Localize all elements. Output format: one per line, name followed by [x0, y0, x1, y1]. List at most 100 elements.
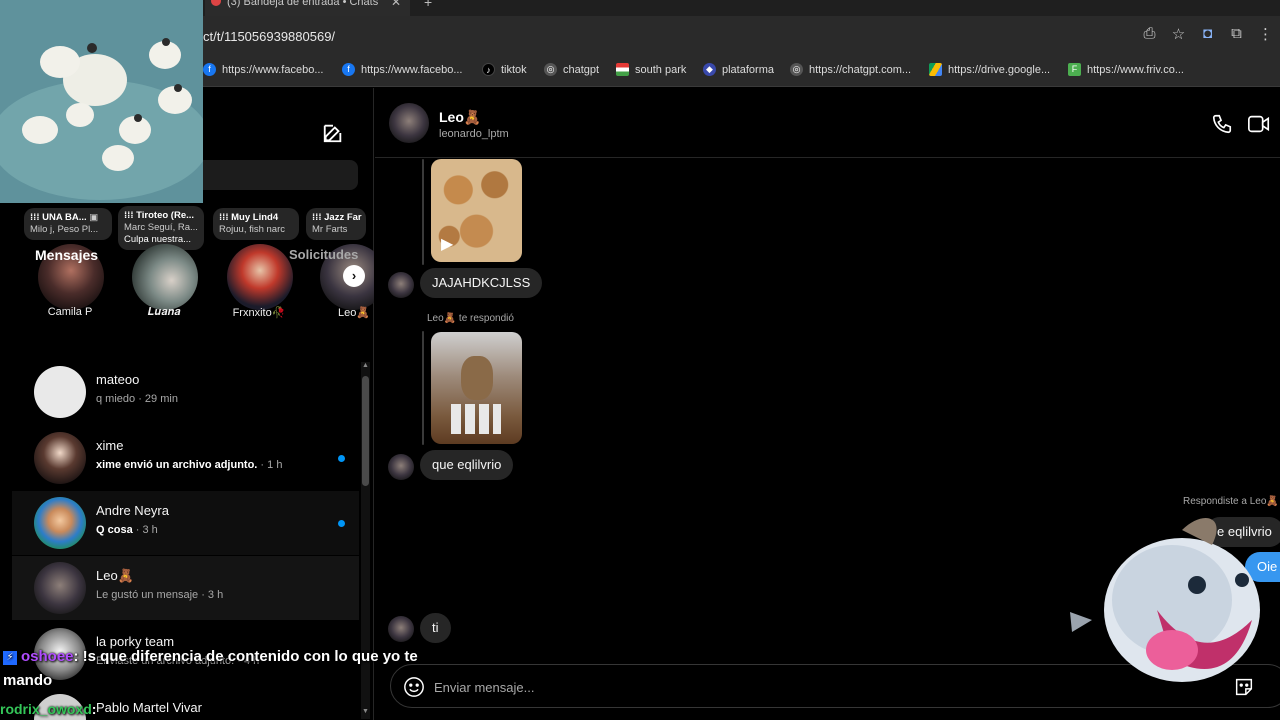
avatar	[34, 497, 86, 549]
avatar	[34, 562, 86, 614]
stream-chat-message: ⚡ oshoee: !s que diferencia de contenido …	[3, 645, 418, 669]
chat-text-continued: mando	[3, 672, 53, 689]
note-bubble: ⁞⁞⁞ UNA BA... ▣ Milo j, Peso Pl...	[24, 208, 112, 240]
contact-name[interactable]: Leo🧸	[439, 109, 481, 126]
conversation-preview: q miedo · 29 min	[96, 393, 178, 405]
chat-header: Leo🧸 leonardo_lptm	[375, 88, 1280, 158]
conversation-name: Leo🧸	[96, 568, 134, 583]
tiktok-icon: ♪	[482, 63, 495, 76]
chat-username: oshoee	[21, 648, 74, 665]
message-bubble[interactable]: ti	[420, 613, 451, 643]
avatar	[227, 244, 293, 310]
avatar	[388, 616, 414, 642]
conversation-name: Pablo Martel Vivar	[96, 700, 202, 715]
moderator-badge-icon: ⚡	[3, 651, 17, 665]
avatar[interactable]	[389, 103, 429, 143]
shared-reel-thumbnail[interactable]: ▶	[431, 159, 522, 262]
extension-icon[interactable]: ◘	[1193, 25, 1222, 45]
conversation-item[interactable]: xime xime envió un archivo adjunto. · 1 …	[12, 426, 359, 490]
flag-icon	[616, 63, 629, 76]
bookmark-item[interactable]: Fhttps://www.friv.co...	[1068, 63, 1184, 76]
platform-icon: ◆	[703, 63, 716, 76]
video-call-icon[interactable]	[1247, 113, 1271, 135]
stream-chat-message: rodrix_owoxd:	[0, 697, 96, 720]
bookmark-item[interactable]: ♪ tiktok	[482, 63, 527, 76]
close-tab-icon[interactable]: ✕	[391, 0, 401, 9]
menu-icon[interactable]: ⋮	[1251, 25, 1280, 45]
conversation-name: mateoo	[96, 372, 140, 387]
poro-herd-scene	[0, 0, 203, 203]
story-name: 𝑳𝒖𝒂𝒏𝒂	[147, 306, 181, 318]
bookmark-item[interactable]: ◎ chatgpt	[544, 63, 599, 76]
unread-indicator	[338, 520, 345, 527]
conversation-preview: Q cosa · 3 h	[96, 524, 158, 536]
reply-indicator-bar	[422, 331, 424, 445]
conversation-name: Andre Neyra	[96, 503, 169, 518]
chatgpt-icon: ◎	[790, 63, 803, 76]
screen: (3) Bandeja de entrada • Chats ✕ + ct/t/…	[0, 0, 1280, 720]
instagram-icon	[211, 0, 221, 6]
facebook-icon: f	[342, 63, 355, 76]
messages-heading: Mensajes	[35, 247, 99, 263]
chat-text: : !s que diferencia de contenido con lo …	[73, 648, 418, 665]
search-input[interactable]	[200, 160, 358, 190]
stories-next-button[interactable]: ›	[343, 265, 365, 287]
conversation-preview: Le gustó un mensaje · 3 h	[96, 589, 224, 601]
avatar	[388, 272, 414, 298]
story-name: Camila P	[47, 306, 93, 318]
reply-indicator-bar	[422, 159, 424, 265]
contact-username: leonardo_lptm	[439, 128, 509, 140]
avatar	[132, 244, 198, 310]
poro-mascot-overlay	[1070, 518, 1260, 682]
unread-indicator	[338, 455, 345, 462]
compose-icon[interactable]	[322, 122, 344, 144]
bookmark-star-icon[interactable]: ☆	[1164, 25, 1193, 45]
notes-carousel: ⁞⁞⁞ UNA BA... ▣ Milo j, Peso Pl... Camila…	[0, 206, 374, 324]
chat-username: rodrix_owoxd	[0, 701, 92, 717]
note-bubble: ⁞⁞⁞ Jazz Far Mr Farts	[306, 208, 366, 240]
bookmark-item[interactable]: ◎ https://chatgpt.com...	[790, 63, 911, 76]
story-name: Leo🧸	[338, 307, 371, 319]
bottles-shape	[451, 404, 501, 434]
install-app-icon[interactable]: ⎙	[1135, 25, 1164, 45]
avatar	[388, 454, 414, 480]
new-tab-icon[interactable]: +	[424, 0, 432, 10]
scroll-thumb[interactable]	[362, 376, 369, 486]
story-name: Frxnxito🥀	[232, 307, 286, 319]
scroll-up-icon[interactable]: ▲	[362, 362, 369, 369]
requests-link[interactable]: Solicitudes	[289, 247, 358, 262]
facebook-icon: f	[203, 63, 216, 76]
bookmark-item[interactable]: f https://www.facebo...	[203, 63, 324, 76]
webcam-overlay	[0, 0, 203, 203]
conversation-name: xime	[96, 438, 124, 453]
message-bubble[interactable]: JAJAHDKCJLSS	[420, 268, 543, 298]
conversation-preview: xime envió un archivo adjunto. · 1 h	[96, 459, 283, 471]
tab-title: (3) Bandeja de entrada • Chats	[227, 0, 379, 8]
address-bar-actions: ⎙ ☆ ◘ ⧉ ⋮	[1135, 25, 1280, 45]
bookmark-item[interactable]: ◆ plataforma	[703, 63, 774, 76]
bookmark-item[interactable]: https://drive.google...	[929, 63, 1050, 76]
reel-icon: ▶	[441, 236, 454, 253]
url-field[interactable]: ct/t/115056939880569/	[203, 29, 335, 44]
browser-tab[interactable]: (3) Bandeja de entrada • Chats	[205, 0, 410, 16]
emoji-icon[interactable]	[403, 676, 425, 698]
conversation-item-active[interactable]: Leo🧸 Le gustó un mensaje · 3 h	[12, 556, 359, 620]
scroll-down-icon[interactable]: ▼	[362, 708, 369, 715]
chatgpt-icon: ◎	[544, 63, 557, 76]
message-input[interactable]	[434, 676, 1134, 698]
message-bubble[interactable]: que eqlilvrio	[420, 450, 514, 480]
friv-icon: F	[1068, 63, 1081, 76]
avatar	[34, 432, 86, 484]
avatar	[34, 366, 86, 418]
note-bubble: ⁞⁞⁞ Muy Lind4 Rojuu, fish narc	[213, 208, 299, 240]
conversation-item[interactable]: Andre Neyra Q cosa · 3 h	[12, 491, 359, 555]
bookmark-item[interactable]: f https://www.facebo...	[342, 63, 463, 76]
dog-shape	[461, 356, 493, 400]
bookmark-item[interactable]: south park	[616, 63, 686, 76]
chat-text: :	[91, 701, 97, 717]
phone-call-icon[interactable]	[1211, 113, 1233, 135]
reply-label: Leo🧸 te respondió	[427, 313, 514, 324]
puzzle-extensions-icon[interactable]: ⧉	[1222, 25, 1251, 45]
reply-image-thumbnail[interactable]	[431, 332, 522, 444]
conversation-item[interactable]: mateoo q miedo · 29 min	[12, 360, 359, 424]
